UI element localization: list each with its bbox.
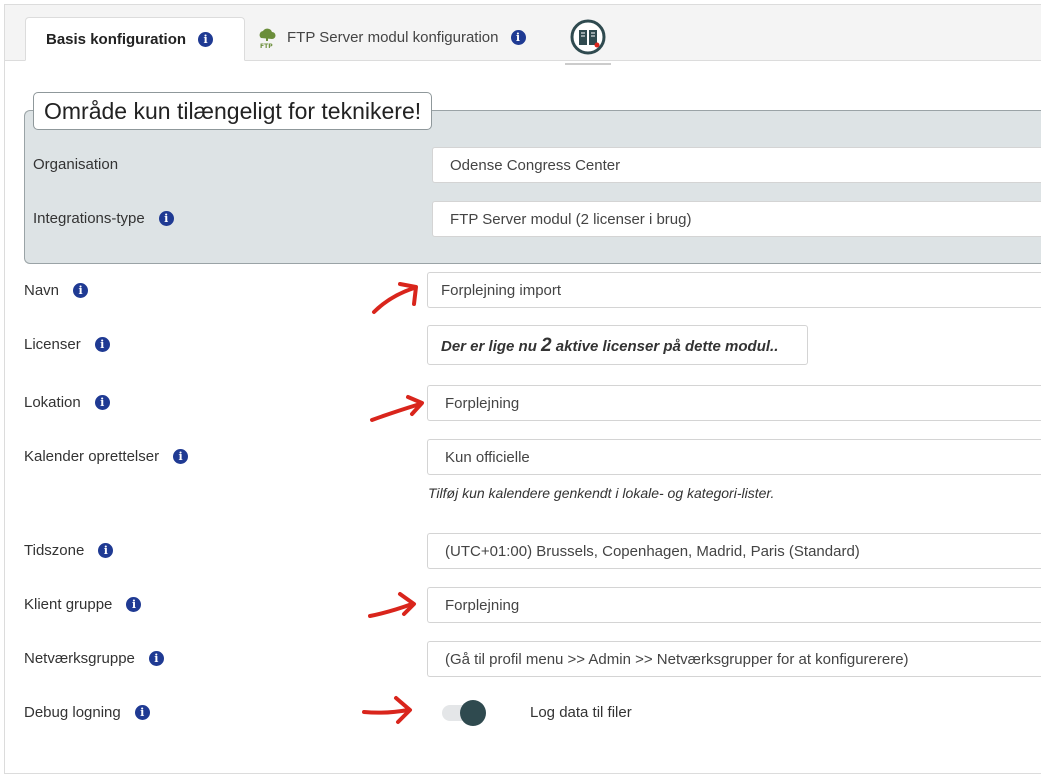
licenser-info-box: Der er lige nu 2 aktive licenser på dett… [427,325,808,365]
kalender-hint: Tilføj kun kalendere genkendt i lokale- … [428,485,775,501]
klient-gruppe-label: Klient gruppe [24,596,113,613]
organisation-field[interactable]: Odense Congress Center [432,147,1041,183]
annotation-arrow-icon [368,592,416,618]
licenser-count: 2 [541,335,552,356]
tab-ftp-server-modul[interactable]: FTP FTP Server modul konfiguration i [257,17,526,58]
klient-gruppe-select[interactable]: Forplejning [427,587,1041,623]
navn-row: Navn i [24,282,89,299]
book-icon [570,19,606,59]
lokation-label: Lokation [24,394,81,411]
tidszone-select[interactable]: (UTC+01:00) Brussels, Copenhagen, Madrid… [427,533,1041,569]
navn-label: Navn [24,282,60,299]
tab-basis-konfiguration[interactable]: Basis konfiguration i [25,17,245,61]
info-icon[interactable]: i [73,283,89,298]
netvaerksgruppe-select[interactable]: (Gå til profil menu >> Admin >> Netværks… [427,641,1041,677]
organisation-row: Organisation [33,156,118,173]
technician-section-title: Område kun tilængeligt for teknikere! [33,92,433,130]
integration-row: Integrations-type i [33,210,174,227]
kalender-row: Kalender oprettelser i [24,448,189,465]
debug-label: Debug logning [24,704,121,721]
licenser-label: Licenser [24,336,81,353]
klient-gruppe-row: Klient gruppe i [24,596,142,613]
info-icon[interactable]: i [510,30,526,45]
annotation-arrow-icon [372,282,418,314]
tab-label: Basis konfiguration [46,30,187,48]
debug-toggle-label: Log data til filer [530,704,632,721]
integration-label: Integrations-type [33,210,145,227]
cloud-ftp-icon: FTP [257,26,277,50]
toggle-knob [460,700,486,726]
debug-toggle[interactable] [440,700,488,726]
svg-text:FTP: FTP [260,43,273,50]
lokation-row: Lokation i [24,394,110,411]
licenser-row: Licenser i [24,336,110,353]
tab-manual[interactable] [565,15,611,65]
navn-input[interactable]: Forplejning import [427,272,1041,308]
annotation-arrow-icon [362,696,412,724]
tidszone-label: Tidszone [24,542,85,559]
integration-type-field[interactable]: FTP Server modul (2 licenser i brug) [432,201,1041,237]
kalender-label: Kalender oprettelser [24,448,160,465]
info-icon[interactable]: i [148,651,164,666]
debug-row: Debug logning i [24,704,150,721]
info-icon[interactable]: i [173,449,189,464]
info-icon[interactable]: i [94,337,110,352]
info-icon[interactable]: i [134,705,150,720]
info-icon[interactable]: i [98,543,114,558]
lokation-select[interactable]: Forplejning [427,385,1041,421]
info-icon[interactable]: i [126,597,142,612]
licenser-text-pre: Der er lige nu [441,338,537,355]
organisation-label: Organisation [33,156,119,173]
netvaerksgruppe-label: Netværksgruppe [24,650,135,667]
tidszone-row: Tidszone i [24,542,114,559]
licenser-text-post: aktive licenser på dette modul.. [555,338,779,355]
tab-bar: Basis konfiguration i FTP FTP Server mod… [5,5,1041,65]
info-icon[interactable]: i [94,395,110,410]
annotation-arrow-icon [370,395,424,422]
info-icon[interactable]: i [158,211,174,226]
info-icon[interactable]: i [198,31,214,47]
tab-label: FTP Server modul konfiguration [287,29,499,46]
netvaerksgruppe-row: Netværksgruppe i [24,650,164,667]
kalender-select[interactable]: Kun officielle [427,439,1041,475]
technician-section [24,110,1041,264]
